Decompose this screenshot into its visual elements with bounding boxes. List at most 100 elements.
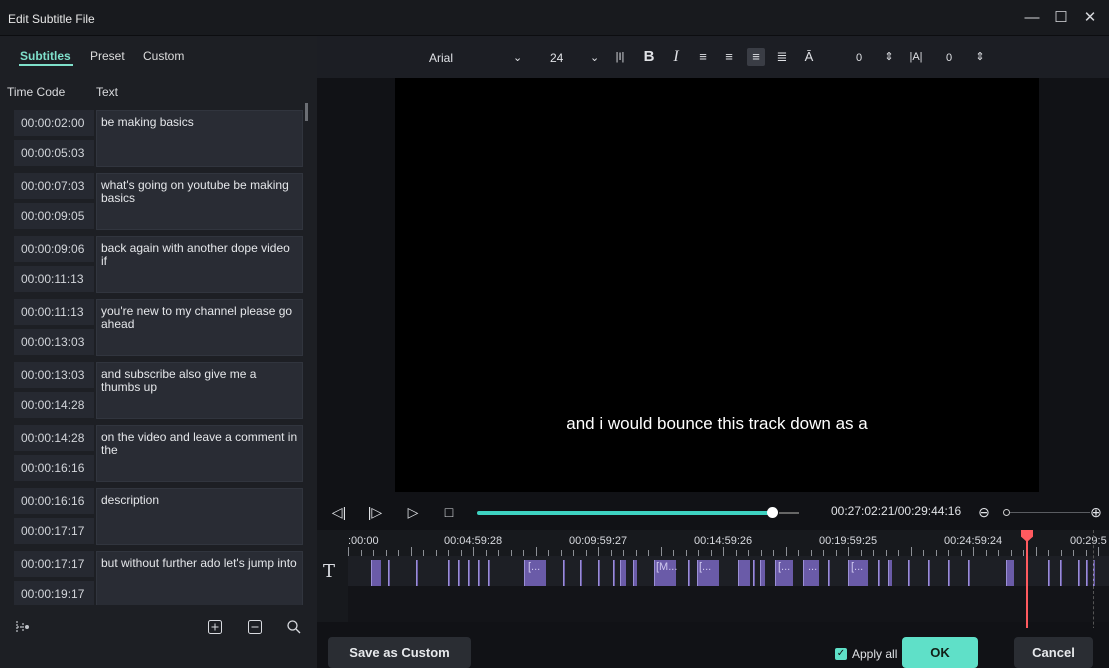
zoom-slider[interactable] <box>1006 512 1090 513</box>
text-opacity-icon[interactable]: Ā <box>800 48 818 66</box>
subtitle-row[interactable]: 00:00:09:06 00:00:11:13 back again with … <box>14 235 303 293</box>
subtitle-segment[interactable] <box>371 560 381 586</box>
end-time[interactable]: 00:00:05:03 <box>14 140 94 166</box>
subtitle-segment[interactable] <box>388 560 390 586</box>
size-dropdown-chevron-icon[interactable]: ⌄ <box>590 49 599 67</box>
start-time[interactable]: 00:00:13:03 <box>14 362 94 388</box>
subtitle-row[interactable]: 00:00:07:03 00:00:09:05 what's going on … <box>14 172 303 230</box>
subtitle-segment[interactable] <box>888 560 892 586</box>
remove-icon[interactable] <box>247 619 263 635</box>
subtitle-row[interactable]: 00:00:13:03 00:00:14:28 and subscribe al… <box>14 361 303 419</box>
subtitle-segment[interactable] <box>563 560 565 586</box>
subtitle-segment[interactable] <box>738 560 750 586</box>
font-select[interactable]: Arial <box>429 49 453 67</box>
subtitle-text[interactable]: and subscribe also give me a thumbs up <box>96 362 303 419</box>
italic-button[interactable]: I <box>667 48 685 66</box>
start-time[interactable]: 00:00:17:17 <box>14 551 94 577</box>
tab-custom[interactable]: Custom <box>143 49 184 63</box>
subtitle-segment[interactable] <box>1006 560 1014 586</box>
align-left-icon[interactable]: ≡ <box>694 48 712 66</box>
subtitle-row[interactable]: 00:00:16:16 00:00:17:17 description <box>14 487 303 545</box>
search-icon[interactable] <box>286 619 302 635</box>
align-right-icon[interactable]: ≡ <box>720 48 738 66</box>
start-time[interactable]: 00:00:11:13 <box>14 299 94 325</box>
subtitle-segment[interactable] <box>488 560 490 586</box>
end-time[interactable]: 00:00:17:17 <box>14 518 94 544</box>
subtitle-segment[interactable] <box>633 560 637 586</box>
align-center-icon[interactable]: ≡ <box>747 48 765 66</box>
subtitle-text[interactable]: description <box>96 488 303 545</box>
character-spacing-icon[interactable]: |I| <box>611 48 629 66</box>
stop-icon[interactable]: □ <box>441 504 457 520</box>
subtitle-row[interactable]: 00:00:14:28 00:00:16:16 on the video and… <box>14 424 303 482</box>
save-as-custom-button[interactable]: Save as Custom <box>328 637 471 668</box>
subtitle-segment[interactable] <box>468 560 470 586</box>
minimize-button[interactable]: — <box>1021 8 1043 28</box>
subtitle-segment[interactable] <box>448 560 450 586</box>
subtitle-list-scrollbar[interactable] <box>305 103 308 121</box>
align-justify-icon[interactable]: ≣ <box>773 48 791 66</box>
start-time[interactable]: 00:00:02:00 <box>14 110 94 136</box>
add-icon[interactable] <box>207 619 223 635</box>
subtitle-row[interactable]: 00:00:17:17 00:00:19:17 but without furt… <box>14 550 303 608</box>
subtitle-segment[interactable] <box>416 560 418 586</box>
start-time[interactable]: 00:00:07:03 <box>14 173 94 199</box>
opacity-value[interactable]: 0 <box>856 49 862 67</box>
subtitle-segment[interactable] <box>908 560 910 586</box>
playback-progress[interactable] <box>477 511 772 515</box>
start-time[interactable]: 00:00:16:16 <box>14 488 94 514</box>
zoom-slider-knob[interactable] <box>1003 509 1010 516</box>
letter-spacing-icon[interactable]: |A| <box>907 48 925 66</box>
cancel-button[interactable]: Cancel <box>1014 637 1093 668</box>
subtitle-segment[interactable] <box>878 560 880 586</box>
end-time[interactable]: 00:00:16:16 <box>14 455 94 481</box>
play-icon[interactable]: ▷ <box>405 504 421 520</box>
subtitle-segment[interactable] <box>598 560 600 586</box>
end-time[interactable]: 00:00:11:13 <box>14 266 94 292</box>
split-icon[interactable] <box>14 619 30 635</box>
subtitle-segment[interactable] <box>753 560 755 586</box>
subtitle-text[interactable]: back again with another dope video if <box>96 236 303 293</box>
subtitle-segment[interactable] <box>458 560 460 586</box>
subtitle-segment[interactable] <box>968 560 970 586</box>
tab-preset[interactable]: Preset <box>90 49 125 63</box>
subtitle-text[interactable]: on the video and leave a comment in the <box>96 425 303 482</box>
next-frame-icon[interactable]: |▷ <box>367 504 383 520</box>
video-preview[interactable]: and i would bounce this track down as a <box>395 78 1039 492</box>
subtitle-segment[interactable] <box>1078 560 1080 586</box>
subtitle-segment[interactable] <box>478 560 480 586</box>
subtitle-row[interactable]: 00:00:02:00 00:00:05:03 be making basics <box>14 109 303 167</box>
end-time[interactable]: 00:00:13:03 <box>14 329 94 355</box>
ok-button[interactable]: OK <box>902 637 978 668</box>
subtitle-segment[interactable] <box>1060 560 1062 586</box>
subtitle-segment[interactable] <box>620 560 626 586</box>
close-button[interactable]: ✕ <box>1079 8 1101 28</box>
subtitle-segment[interactable] <box>760 560 765 586</box>
spacing-value[interactable]: 0 <box>946 49 952 67</box>
maximize-button[interactable]: ☐ <box>1050 8 1072 28</box>
zoom-out-icon[interactable]: ⊖ <box>976 504 992 520</box>
progress-knob[interactable] <box>767 507 778 518</box>
subtitle-text[interactable]: be making basics <box>96 110 303 167</box>
subtitle-segment[interactable] <box>948 560 950 586</box>
bold-button[interactable]: B <box>640 48 658 66</box>
end-time[interactable]: 00:00:19:17 <box>14 581 94 607</box>
subtitle-track[interactable]: T [... [M... [... [... ... [... <box>323 556 1109 586</box>
spacing-stepper-icon[interactable]: ⇕ <box>971 48 989 66</box>
subtitle-segment[interactable] <box>1048 560 1050 586</box>
subtitle-segment[interactable] <box>688 560 690 586</box>
font-size-select[interactable]: 24 <box>550 49 563 67</box>
subtitle-segment[interactable] <box>828 560 830 586</box>
subtitle-text[interactable]: but without further ado let's jump into <box>96 551 303 608</box>
timeline[interactable]: :00:00 00:04:59:28 00:09:59:27 00:14:59:… <box>317 530 1109 650</box>
subtitle-segment[interactable] <box>580 560 582 586</box>
subtitle-text[interactable]: you're new to my channel please go ahead <box>96 299 303 356</box>
subtitle-segment[interactable] <box>613 560 615 586</box>
end-time[interactable]: 00:00:14:28 <box>14 392 94 418</box>
subtitle-row[interactable]: 00:00:11:13 00:00:13:03 you're new to my… <box>14 298 303 356</box>
timeline-ruler[interactable]: :00:00 00:04:59:28 00:09:59:27 00:14:59:… <box>348 530 1109 556</box>
opacity-stepper-icon[interactable]: ⇕ <box>880 48 898 66</box>
start-time[interactable]: 00:00:14:28 <box>14 425 94 451</box>
subtitle-segment[interactable] <box>928 560 930 586</box>
start-time[interactable]: 00:00:09:06 <box>14 236 94 262</box>
